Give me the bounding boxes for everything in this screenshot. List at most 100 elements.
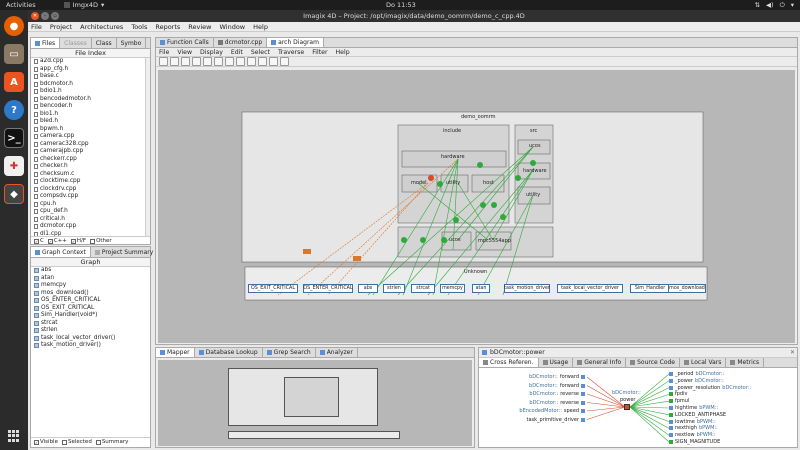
clock[interactable]: Do 11:53	[386, 1, 416, 9]
list-item[interactable]: camerajpb.cpp	[31, 148, 150, 156]
callee-node[interactable]: nextlow bPWM::	[669, 432, 715, 438]
diagram-menu-view[interactable]: View	[177, 49, 192, 56]
close-window-button[interactable]: ✕	[31, 12, 39, 20]
list-item[interactable]: checkerr.cpp	[31, 156, 150, 164]
caller-node[interactable]: bDCmotor:: reverse	[529, 400, 585, 406]
list-item[interactable]: bdcmotor.h	[31, 81, 150, 89]
filter-other[interactable]: Other	[90, 238, 112, 244]
list-item[interactable]: checksum.c	[31, 171, 150, 179]
callee-node[interactable]: _period bDCmotor::	[669, 371, 724, 377]
files-icon[interactable]: ▭	[4, 44, 24, 64]
filter-c[interactable]: ✓ C++	[47, 238, 67, 244]
diagram-canvas[interactable]: demo_oomrm include src hardware model ut…	[158, 70, 795, 343]
list-item[interactable]: checker.h	[31, 163, 150, 171]
list-item[interactable]: OS_ENTER_CRITICAL	[31, 297, 150, 305]
callee-node[interactable]: LOCKED_ANTIPHASE	[669, 412, 726, 418]
menu-architectures[interactable]: Architectures	[80, 23, 123, 31]
zoom-tool-button[interactable]	[170, 57, 179, 66]
tab-mapper[interactable]: Mapper	[156, 348, 195, 357]
tab-classes[interactable]: Classes	[60, 38, 92, 48]
unknown-node[interactable]: strlen	[383, 284, 405, 293]
filter-hf[interactable]: ✓ H/F	[70, 238, 86, 244]
menu-tools[interactable]: Tools	[131, 23, 147, 31]
system-tray[interactable]: ⇅ ◀) ⏻ ▾	[755, 1, 794, 10]
unknown-node[interactable]: task_motion_driver	[504, 284, 550, 293]
caller-node[interactable]: bEncodedMotor:: speed	[519, 408, 585, 414]
tab-metrics[interactable]: Metrics	[726, 358, 765, 367]
caller-node[interactable]: bDCmotor:: reverse	[529, 391, 585, 397]
list-item[interactable]: bpwm.h	[31, 126, 150, 134]
mapper-scrollbar[interactable]	[228, 431, 400, 439]
checkbox[interactable]	[90, 238, 96, 244]
diagram-menu-help[interactable]: Help	[336, 49, 350, 56]
tab-local-vars[interactable]: Local Vars	[680, 358, 727, 367]
tab-project-summary[interactable]: Project Summary	[91, 247, 159, 257]
callee-node[interactable]: lowtime bPWM::	[669, 419, 716, 425]
filter-summary[interactable]: Summary	[95, 439, 128, 445]
list-item[interactable]: bencoder.h	[31, 103, 150, 111]
diagram-menu-edit[interactable]: Edit	[231, 49, 243, 56]
list-item[interactable]: dl1.cpp	[31, 231, 150, 236]
menu-review[interactable]: Review	[188, 23, 211, 31]
firefox-icon[interactable]: ●	[4, 16, 24, 36]
list-item[interactable]: bio1.h	[31, 111, 150, 119]
layout-button[interactable]	[214, 57, 223, 66]
diagram-menu-traverse[interactable]: Traverse	[278, 49, 304, 56]
filter-visible[interactable]: ✓ Visible	[34, 439, 58, 445]
list-item[interactable]: a2d.cpp	[31, 58, 150, 66]
file-list[interactable]: a2d.cpp app_cfg.h base.c bdcmotor.h bdio1.h b…	[31, 58, 150, 236]
show-applications-icon[interactable]	[8, 430, 20, 442]
tab-grep-search[interactable]: Grep Search	[263, 348, 316, 357]
checkbox[interactable]: ✓	[70, 238, 76, 244]
imagix-icon[interactable]: ◆	[4, 184, 24, 204]
caller-node[interactable]: task_primitive_driver	[527, 417, 585, 423]
unknown-node[interactable]: abs	[358, 284, 378, 293]
filter-c[interactable]: ✓ C	[34, 238, 44, 244]
list-item[interactable]: task_motion_driver()	[31, 342, 150, 350]
list-item[interactable]: clocktime.cpp	[31, 178, 150, 186]
unknown-node[interactable]: OS_EXIT_CRITICAL	[248, 284, 298, 293]
refresh-button[interactable]	[225, 57, 234, 66]
list-item[interactable]: critical.h	[31, 216, 150, 224]
tab-source-code[interactable]: Source Code	[626, 358, 680, 367]
menu-reports[interactable]: Reports	[155, 23, 180, 31]
checkbox[interactable]: ✓	[34, 439, 39, 445]
checkbox[interactable]: ✓	[34, 238, 39, 244]
settings-icon[interactable]: ✚	[4, 156, 24, 176]
list-item[interactable]: bencodedmotor.h	[31, 96, 150, 104]
callee-node[interactable]: fpmul	[669, 398, 689, 404]
menu-project[interactable]: Project	[50, 23, 72, 31]
callee-node[interactable]: nexthigh bPWM::	[669, 425, 718, 431]
list-item[interactable]: strcat	[31, 320, 150, 328]
list-item[interactable]: memcpy	[31, 282, 150, 290]
list-item[interactable]: cpu_def.h	[31, 208, 150, 216]
cross-reference-view[interactable]: bDCmotor:: forward bDCmotor:: forward bDCmot…	[479, 370, 797, 447]
settings-button[interactable]	[258, 57, 267, 66]
unknown-node[interactable]: strcat	[411, 284, 435, 293]
tab-files[interactable]: Files	[31, 38, 61, 48]
list-item[interactable]: compsdv.cpp	[31, 193, 150, 201]
list-item[interactable]: mos_download()	[31, 290, 150, 298]
mapper-view[interactable]	[158, 360, 472, 446]
unknown-node[interactable]: memcpy	[440, 284, 465, 293]
list-item[interactable]: dcmotor.cpp	[31, 223, 150, 231]
export-button[interactable]	[247, 57, 256, 66]
list-item[interactable]: Sim_Handler(void*)	[31, 312, 150, 320]
diagram-menu-filter[interactable]: Filter	[312, 49, 327, 56]
checkbox[interactable]: ✓	[47, 238, 53, 244]
callee-node[interactable]: _power_resolution bDCmotor::	[669, 385, 751, 391]
list-item[interactable]: clockdrv.cpp	[31, 186, 150, 194]
callee-node[interactable]: _power bDCmotor::	[669, 378, 724, 384]
menu-help[interactable]: Help	[253, 23, 268, 31]
back-button[interactable]	[181, 57, 190, 66]
tab-dcmotor-cpp[interactable]: dcmotor.cpp	[214, 38, 268, 47]
list-item[interactable]: bled.h	[31, 118, 150, 126]
caller-node[interactable]: bDCmotor:: forward	[529, 374, 585, 380]
list-item[interactable]: bdio1.h	[31, 88, 150, 96]
callee-node[interactable]: SIGN_MAGNITUDE	[669, 439, 720, 445]
list-item[interactable]: strlen	[31, 327, 150, 335]
tab-function-calls[interactable]: Function Calls	[156, 38, 214, 47]
list-item[interactable]: camerac328.cpp	[31, 141, 150, 149]
expand-button[interactable]	[280, 57, 289, 66]
list-item[interactable]: OS_EXIT_CRITICAL	[31, 305, 150, 313]
